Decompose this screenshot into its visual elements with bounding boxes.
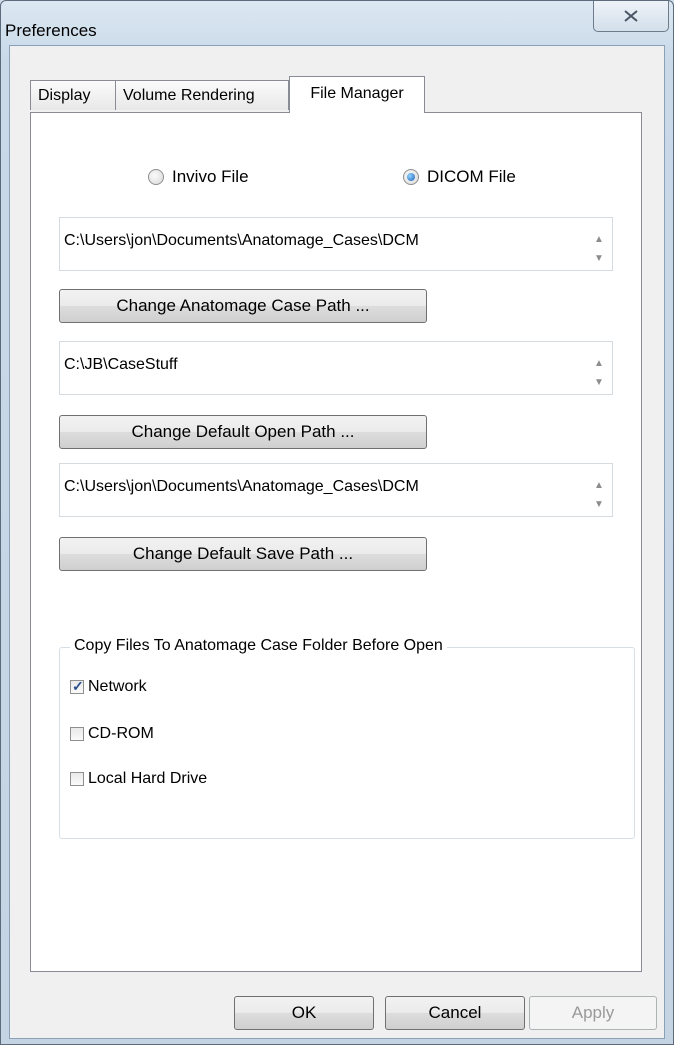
checkbox-cd-rom-label: CD-ROM (88, 725, 154, 742)
checkbox-local-hard-drive-label: Local Hard Drive (88, 770, 208, 787)
scroll-up-icon[interactable]: ▲ (594, 358, 604, 369)
scroll-up-icon[interactable]: ▲ (594, 234, 604, 245)
close-button[interactable] (593, 1, 669, 32)
checkbox-local-hard-drive-box[interactable] (70, 772, 84, 786)
default-open-path-value: C:\JB\CaseStuff (64, 356, 178, 373)
path-scrollbar[interactable]: ▲ ▼ (586, 464, 612, 516)
scroll-down-icon[interactable]: ▼ (594, 499, 604, 510)
change-anatomage-case-path-button[interactable]: Change Anatomage Case Path ... (59, 289, 427, 323)
dialog-client-area: Display Volume Rendering File Manager In… (9, 45, 665, 1039)
radio-dicom-label: DICOM File (427, 167, 516, 186)
change-default-save-path-button[interactable]: Change Default Save Path ... (59, 537, 427, 571)
apply-button[interactable]: Apply (529, 996, 657, 1030)
radio-invivo-file[interactable]: Invivo File (148, 167, 249, 187)
anatomage-case-path-value: C:\Users\jon\Documents\Anatomage_Cases\D… (64, 232, 419, 249)
checkbox-cd-rom-box[interactable] (70, 727, 84, 741)
path-scrollbar[interactable]: ▲ ▼ (586, 218, 612, 270)
preferences-window: Preferences Display Volume Rendering Fil… (0, 0, 674, 1045)
cancel-button[interactable]: Cancel (385, 996, 525, 1030)
window-title: Preferences (5, 21, 97, 40)
file-manager-panel: Invivo File DICOM File C:\Users\jon\Docu… (30, 112, 642, 972)
change-default-open-path-button[interactable]: Change Default Open Path ... (59, 415, 427, 449)
checkbox-local-hard-drive[interactable]: Local Hard Drive (70, 770, 207, 788)
radio-invivo-label: Invivo File (172, 167, 249, 186)
copy-files-group: Copy Files To Anatomage Case Folder Befo… (59, 637, 635, 839)
checkbox-network-label: Network (88, 678, 147, 695)
close-icon (624, 10, 638, 22)
copy-files-group-legend: Copy Files To Anatomage Case Folder Befo… (70, 637, 447, 655)
anatomage-case-path-field[interactable]: C:\Users\jon\Documents\Anatomage_Cases\D… (59, 217, 613, 271)
tab-file-manager[interactable]: File Manager (289, 76, 425, 113)
ok-button[interactable]: OK (234, 996, 374, 1030)
checkbox-network-box[interactable] (70, 678, 84, 695)
radio-invivo-indicator[interactable] (148, 169, 164, 185)
tab-display[interactable]: Display (30, 80, 116, 110)
default-open-path-field[interactable]: C:\JB\CaseStuff ▲ ▼ (59, 341, 613, 395)
tab-volume-rendering[interactable]: Volume Rendering (115, 80, 289, 110)
radio-dicom-file[interactable]: DICOM File (403, 167, 516, 187)
scroll-down-icon[interactable]: ▼ (594, 253, 604, 264)
checkbox-cd-rom[interactable]: CD-ROM (70, 725, 154, 743)
default-save-path-value: C:\Users\jon\Documents\Anatomage_Cases\D… (64, 478, 419, 495)
radio-dicom-indicator[interactable] (403, 169, 419, 185)
scroll-down-icon[interactable]: ▼ (594, 377, 604, 388)
path-scrollbar[interactable]: ▲ ▼ (586, 342, 612, 394)
scroll-up-icon[interactable]: ▲ (594, 480, 604, 491)
default-save-path-field[interactable]: C:\Users\jon\Documents\Anatomage_Cases\D… (59, 463, 613, 517)
checkbox-network[interactable]: Network (70, 678, 147, 696)
